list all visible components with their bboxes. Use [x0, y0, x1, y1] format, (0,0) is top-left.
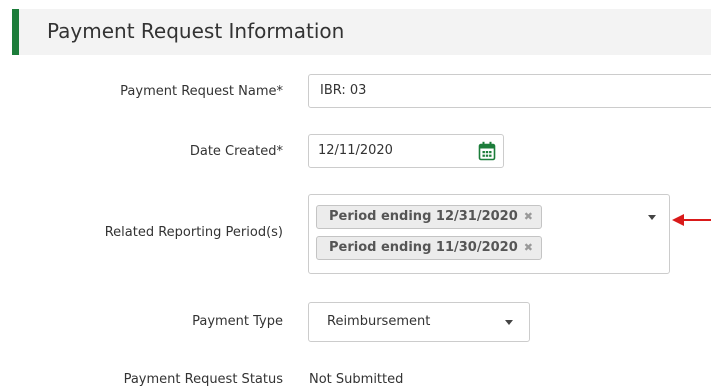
payment-type-select[interactable]: Reimbursement	[308, 302, 530, 342]
section-header: Payment Request Information	[12, 9, 711, 55]
date-created-label: Date Created*	[189, 144, 283, 159]
period-tag-2[interactable]: Period ending 11/30/2020 ✖	[316, 236, 542, 260]
period-tag-1-label: Period ending 12/31/2020	[329, 209, 518, 224]
annotation-arrow	[672, 214, 711, 226]
date-created-value: 12/11/2020	[318, 143, 393, 158]
payment-request-name-field[interactable]: IBR: 03	[308, 74, 711, 108]
calendar-icon[interactable]	[478, 141, 496, 161]
chevron-down-icon[interactable]	[648, 215, 656, 220]
section-accent-bar	[12, 9, 19, 55]
payment-request-status-value: Not Submitted	[309, 372, 404, 387]
reporting-period-label: Related Reporting Period(s)	[104, 225, 283, 240]
payment-type-value: Reimbursement	[327, 314, 431, 329]
date-created-field[interactable]: 12/11/2020	[308, 134, 504, 168]
close-icon[interactable]: ✖	[524, 241, 533, 254]
payment-request-name-label: Payment Request Name*	[120, 84, 283, 99]
payment-request-name-value: IBR: 03	[320, 83, 367, 98]
reporting-period-multiselect[interactable]: Period ending 12/31/2020 ✖ Period ending …	[308, 194, 670, 274]
period-tag-2-label: Period ending 11/30/2020	[329, 240, 518, 255]
section-title: Payment Request Information	[47, 19, 345, 43]
payment-request-status-label: Payment Request Status	[123, 372, 283, 387]
payment-type-label: Payment Type	[192, 314, 283, 329]
chevron-down-icon[interactable]	[505, 320, 513, 325]
close-icon[interactable]: ✖	[524, 210, 533, 223]
period-tag-1[interactable]: Period ending 12/31/2020 ✖	[316, 205, 542, 229]
